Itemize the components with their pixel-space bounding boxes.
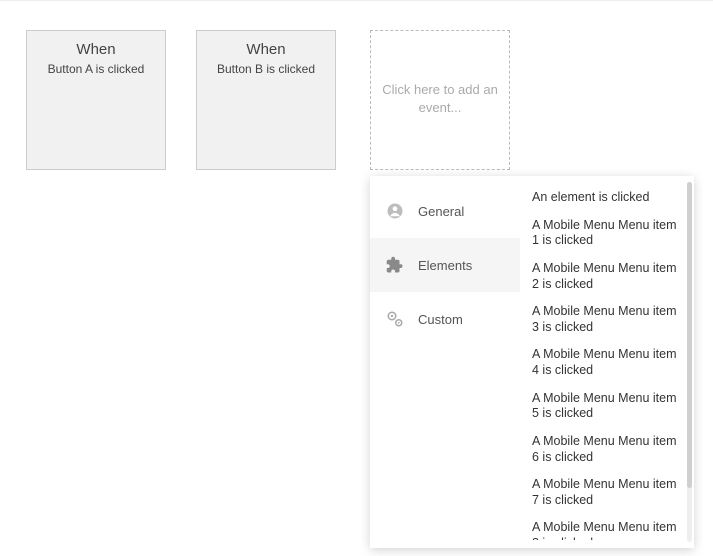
extension-icon: [386, 256, 404, 274]
event-option[interactable]: A Mobile Menu Menu item 6 is clicked: [532, 428, 684, 471]
tab-custom[interactable]: Custom: [370, 292, 520, 346]
event-card-desc: Button B is clicked: [205, 62, 327, 76]
workflow-canvas: When Button A is clicked When Button B i…: [0, 0, 713, 556]
event-card-desc: Button A is clicked: [35, 62, 157, 76]
scrollbar-thumb[interactable]: [687, 182, 692, 488]
event-option[interactable]: A Mobile Menu Menu item 4 is clicked: [532, 341, 684, 384]
event-option[interactable]: A Mobile Menu Menu item 8 is clicked: [532, 514, 684, 540]
event-picker-list-pane: An element is clickedA Mobile Menu Menu …: [520, 176, 694, 548]
event-option[interactable]: A Mobile Menu Menu item 3 is clicked: [532, 298, 684, 341]
event-picker-dropdown: General Elements: [370, 176, 694, 548]
event-card-title: When: [35, 41, 157, 58]
scrollbar[interactable]: [687, 182, 692, 542]
event-card[interactable]: When Button B is clicked: [196, 30, 336, 170]
tab-label: Elements: [418, 258, 472, 273]
event-picker-list[interactable]: An element is clickedA Mobile Menu Menu …: [532, 184, 684, 540]
divider: [0, 0, 713, 1]
tab-general[interactable]: General: [370, 184, 520, 238]
add-event-slot[interactable]: Click here to add an event...: [370, 30, 510, 170]
event-option[interactable]: A Mobile Menu Menu item 5 is clicked: [532, 385, 684, 428]
event-picker-tabs: General Elements: [370, 176, 520, 548]
event-option[interactable]: A Mobile Menu Menu item 7 is clicked: [532, 471, 684, 514]
tab-label: Custom: [418, 312, 463, 327]
tab-elements[interactable]: Elements: [370, 238, 520, 292]
event-option[interactable]: A Mobile Menu Menu item 2 is clicked: [532, 255, 684, 298]
tab-label: General: [418, 204, 464, 219]
gears-icon: [386, 310, 404, 328]
user-circle-icon: [386, 202, 404, 220]
event-card-title: When: [205, 41, 327, 58]
event-card[interactable]: When Button A is clicked: [26, 30, 166, 170]
add-event-placeholder: Click here to add an event...: [382, 82, 498, 115]
event-option[interactable]: A Mobile Menu Menu item 1 is clicked: [532, 212, 684, 255]
event-option[interactable]: An element is clicked: [532, 184, 684, 212]
